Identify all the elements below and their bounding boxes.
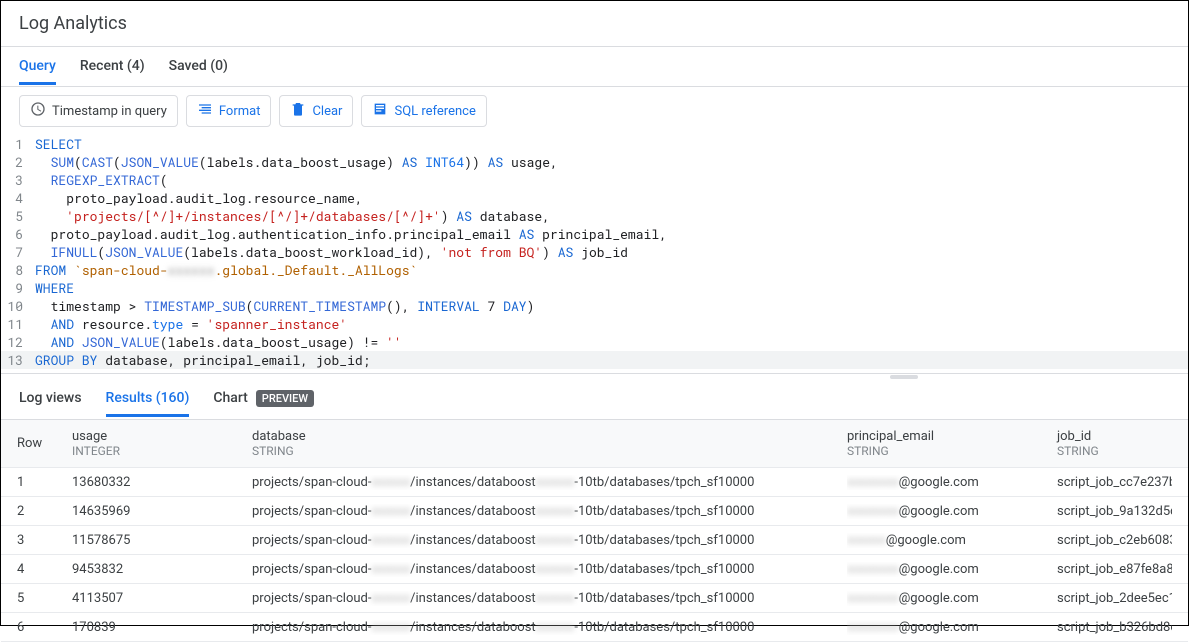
code-line: FROM `span-cloud-xxxxxx.global._Default.… — [31, 261, 417, 279]
cell-database: projects/span-cloud-xxxxxx/instances/dat… — [252, 504, 847, 519]
table-header: Row usageINTEGER databaseSTRING principa… — [1, 420, 1188, 468]
code-line: proto_payload.audit_log.resource_name, — [31, 189, 363, 207]
clear-label: Clear — [312, 104, 342, 119]
gutter: 8 — [1, 261, 31, 279]
tab-saved[interactable]: Saved (0) — [169, 48, 228, 85]
col-principal-email: principal_emailSTRING — [847, 429, 1057, 458]
format-label: Format — [219, 104, 261, 119]
tab-chart[interactable]: Chart PREVIEW — [213, 382, 314, 418]
code-line: REGEXP_EXTRACT( — [31, 171, 168, 189]
gutter: 3 — [1, 171, 31, 189]
tab-query[interactable]: Query — [19, 48, 56, 85]
code-line: 'projects/[^/]+/instances/[^/]+/database… — [31, 207, 550, 225]
table-row[interactable]: 6170839projects/span-cloud-xxxxxx/instan… — [1, 613, 1188, 642]
tab-log-views[interactable]: Log views — [19, 382, 82, 417]
table-row[interactable]: 49453832projects/span-cloud-xxxxxx/insta… — [1, 555, 1188, 584]
cell-job-id: script_job_9a132d5d7 — [1057, 504, 1172, 519]
gutter: 11 — [1, 315, 31, 333]
cell-database: projects/span-cloud-xxxxxx/instances/dat… — [252, 591, 847, 606]
gutter: 2 — [1, 153, 31, 171]
cell-database: projects/span-cloud-xxxxxx/instances/dat… — [252, 475, 847, 490]
code-line: SELECT — [31, 135, 82, 153]
cell-email: xxxxxxxx@google.com — [847, 475, 1057, 490]
gutter: 10 — [1, 297, 31, 315]
table-row[interactable]: 54113507projects/span-cloud-xxxxxx/insta… — [1, 584, 1188, 613]
cell-row: 6 — [17, 620, 72, 635]
cell-row: 5 — [17, 591, 72, 606]
sqlref-label: SQL reference — [394, 104, 475, 119]
table-row[interactable]: 311578675projects/span-cloud-xxxxxx/inst… — [1, 526, 1188, 555]
timestamp-chip[interactable]: Timestamp in query — [19, 95, 178, 127]
col-job-id: job_idSTRING — [1057, 429, 1172, 458]
sql-reference-button[interactable]: SQL reference — [361, 95, 486, 127]
cell-email: xxxxxxxx@google.com — [847, 620, 1057, 635]
gutter: 6 — [1, 225, 31, 243]
clock-icon — [30, 101, 46, 121]
cell-usage: 4113507 — [72, 591, 252, 606]
gutter: 4 — [1, 189, 31, 207]
gutter: 13 — [1, 351, 31, 369]
gutter: 5 — [1, 207, 31, 225]
cell-usage: 170839 — [72, 620, 252, 635]
col-database: databaseSTRING — [252, 429, 847, 458]
preview-badge: PREVIEW — [256, 390, 314, 407]
code-line: GROUP BY database, principal_email, job_… — [31, 351, 370, 369]
cell-database: projects/span-cloud-xxxxxx/instances/dat… — [252, 620, 847, 635]
page-title: Log Analytics — [19, 13, 1170, 34]
cell-email: xxxxxxxx@google.com — [847, 504, 1057, 519]
code-line: WHERE — [31, 279, 74, 297]
cell-email: xxxxxxxx@google.com — [847, 562, 1057, 577]
tab-recent[interactable]: Recent (4) — [80, 48, 145, 85]
cell-email: xxxxxxxx@google.com — [847, 591, 1057, 606]
cell-row: 1 — [17, 475, 72, 490]
code-line: AND JSON_VALUE(labels.data_boost_usage) … — [31, 333, 402, 351]
page-header: Log Analytics — [1, 1, 1188, 47]
cell-email: xxxxxx @google.com — [847, 533, 1057, 548]
trash-icon — [290, 101, 306, 121]
gutter: 12 — [1, 333, 31, 351]
tab-chart-label: Chart — [213, 390, 247, 406]
cell-job-id: script_job_cc7e237ba — [1057, 475, 1172, 490]
cell-database: projects/span-cloud-xxxxxx/instances/dat… — [252, 533, 847, 548]
cell-usage: 14635969 — [72, 504, 252, 519]
doc-icon — [372, 101, 388, 121]
code-line: SUM(CAST(JSON_VALUE(labels.data_boost_us… — [31, 153, 558, 171]
gutter: 9 — [1, 279, 31, 297]
top-tabs: Query Recent (4) Saved (0) — [1, 47, 1188, 87]
table-row[interactable]: 113680332projects/span-cloud-xxxxxx/inst… — [1, 468, 1188, 497]
gutter: 7 — [1, 243, 31, 261]
cell-usage: 9453832 — [72, 562, 252, 577]
cell-usage: 13680332 — [72, 475, 252, 490]
results-table: Row usageINTEGER databaseSTRING principa… — [1, 420, 1188, 642]
table-row[interactable]: 214635969projects/span-cloud-xxxxxx/inst… — [1, 497, 1188, 526]
cell-job-id: script_job_2dee5ec16 — [1057, 591, 1172, 606]
cell-job-id: script_job_b326bd8ef — [1057, 620, 1172, 635]
gutter: 1 — [1, 135, 31, 153]
format-button[interactable]: Format — [186, 95, 272, 127]
code-line: IFNULL(JSON_VALUE(labels.data_boost_work… — [31, 243, 628, 261]
editor-toolbar: Timestamp in query Format Clear SQL refe… — [1, 87, 1188, 135]
cell-database: projects/span-cloud-xxxxxx/instances/dat… — [252, 562, 847, 577]
timestamp-label: Timestamp in query — [52, 104, 167, 119]
cell-row: 2 — [17, 504, 72, 519]
col-usage: usageINTEGER — [72, 429, 252, 458]
sql-editor[interactable]: 1SELECT 2 SUM(CAST(JSON_VALUE(labels.dat… — [1, 135, 1188, 374]
cell-row: 4 — [17, 562, 72, 577]
cell-usage: 11578675 — [72, 533, 252, 548]
code-line: AND resource.type = 'spanner_instance' — [31, 315, 347, 333]
result-tabs: Log views Results (160) Chart PREVIEW — [1, 380, 1188, 420]
code-line: proto_payload.audit_log.authentication_i… — [31, 225, 667, 243]
cell-job-id: script_job_e87fe8a8f — [1057, 562, 1172, 577]
format-icon — [197, 101, 213, 121]
tab-results[interactable]: Results (160) — [106, 382, 190, 417]
col-row: Row — [17, 436, 72, 451]
clear-button[interactable]: Clear — [279, 95, 353, 127]
cell-row: 3 — [17, 533, 72, 548]
code-line: timestamp > TIMESTAMP_SUB(CURRENT_TIMEST… — [31, 297, 534, 315]
cell-job-id: script_job_c2eb60835 — [1057, 533, 1172, 548]
